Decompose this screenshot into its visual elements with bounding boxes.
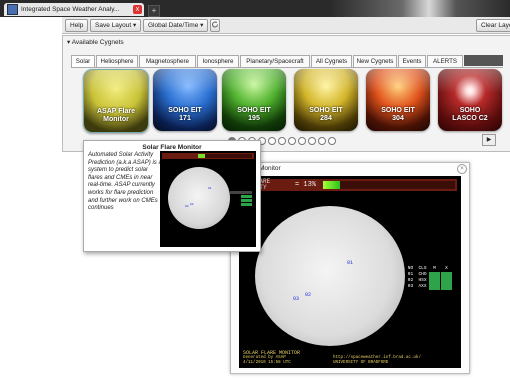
page-dot[interactable] — [308, 137, 316, 145]
footer-url: http://spaceweather.inf.brad.ac.uk/ — [333, 356, 421, 360]
browser-tab-bar: Integrated Space Weather Analy... x + — [0, 0, 510, 17]
help-button[interactable]: Help — [65, 19, 89, 32]
region-marker: 02 — [190, 203, 194, 206]
app-favicon-icon — [7, 4, 18, 15]
browser-tab-title: Integrated Space Weather Analy... — [21, 6, 120, 13]
page-dot[interactable] — [278, 137, 286, 145]
tab-heliosphere[interactable]: Heliosphere — [96, 55, 138, 67]
probability-bar-fill — [323, 181, 340, 189]
flare-monitor-image: R FLAREBILITY = 13% 01 02 03 NOCLSMX 01C… — [239, 176, 461, 368]
cygnet-label: SOHO LASCO C2 — [452, 107, 488, 122]
tab-events[interactable]: Events — [398, 55, 426, 67]
cygnet-soho-lasco-c2[interactable]: SOHO LASCO C2 — [438, 69, 502, 131]
tab-planetary-spacecraft[interactable]: Planetary/Spacecraft — [240, 55, 310, 67]
refresh-button[interactable] — [210, 19, 220, 32]
table-row: 03 AXX — [405, 284, 453, 290]
close-tab-icon[interactable]: x — [133, 5, 142, 14]
region-marker: 03 — [185, 205, 189, 208]
tooltip-title: Solar Flare Monitor — [142, 144, 202, 151]
preview-banner — [162, 153, 254, 159]
page-dot[interactable] — [328, 137, 336, 145]
browser-tab[interactable]: Integrated Space Weather Analy... x — [4, 3, 144, 16]
tab-strip-filler — [464, 55, 503, 66]
cygnet-soho-eit-284[interactable]: SOHO EIT 284 — [294, 69, 358, 131]
region-table: NO CLS M X 01 CHO 02 HSX 03 AXX — [405, 266, 453, 290]
preview-table — [230, 191, 252, 207]
tab-magnetosphere[interactable]: Magnetosphere — [139, 55, 196, 67]
tab-alerts[interactable]: ALERTS — [427, 55, 463, 67]
cygnet-soho-eit-195[interactable]: SOHO EIT 195 — [222, 69, 286, 131]
tab-new-cygnets[interactable]: New Cygnets — [353, 55, 397, 67]
panel-header[interactable]: ▾ Available Cygnets — [67, 38, 124, 46]
probability-bar — [323, 181, 455, 189]
probability-value: = 13% — [295, 181, 317, 189]
footer-generated: Generated by ASAP — [243, 356, 286, 360]
clear-layout-button[interactable]: Clear Layou — [476, 19, 510, 32]
cygnet-label: SOHO EIT 304 — [381, 107, 415, 122]
page-dot[interactable] — [298, 137, 306, 145]
app-toolbar: Help Save Layout ▾ Global Date/Time ▾ Cl… — [62, 17, 510, 34]
cygnet-soho-eit-171[interactable]: SOHO EIT 171 — [153, 69, 217, 131]
tab-underline — [71, 67, 503, 68]
cygnet-label: SOHO EIT 171 — [168, 107, 202, 122]
tab-ionosphere[interactable]: Ionosphere — [197, 55, 239, 67]
next-page-button[interactable]: ▶ — [482, 134, 496, 146]
cygnet-soho-eit-304[interactable]: SOHO EIT 304 — [366, 69, 430, 131]
cygnet-label: ASAP Flare Monitor — [97, 108, 135, 123]
cygnet-label: SOHO EIT 284 — [309, 107, 343, 122]
browser-theme-background — [330, 0, 510, 17]
cygnet-label: SOHO EIT 195 — [237, 107, 271, 122]
preview-sun-disk: 01 02 03 — [168, 167, 230, 229]
close-window-icon[interactable]: × — [457, 164, 467, 174]
monitor-footer: SOLAR FLARE MONITOR Generated by ASAP 4/… — [243, 350, 457, 366]
tooltip-description: Automated Solar Activity Prediction (a.k… — [88, 152, 162, 212]
cygnet-asap-flare-monitor[interactable]: ASAP Flare Monitor — [83, 69, 149, 133]
region-marker: 01 — [347, 260, 354, 266]
category-tabs: Solar Heliosphere Magnetosphere Ionosphe… — [71, 55, 503, 68]
probability-banner: R FLAREBILITY = 13% — [243, 179, 457, 191]
footer-org: UNIVERSITY OF BRADFORD — [333, 361, 389, 365]
global-datetime-button[interactable]: Global Date/Time ▾ — [143, 19, 209, 32]
tooltip-preview-image: 01 02 03 — [160, 151, 256, 247]
new-tab-button[interactable]: + — [148, 5, 160, 17]
page-dot[interactable] — [288, 137, 296, 145]
refresh-icon — [212, 21, 218, 28]
sun-disk: 01 02 03 — [255, 206, 405, 346]
window-title: Monitor — [259, 165, 281, 172]
save-layout-button[interactable]: Save Layout ▾ — [90, 19, 142, 32]
footer-datetime: 4/11/2010 15:58 UTC — [243, 361, 291, 365]
page-dot[interactable] — [318, 137, 326, 145]
solar-flare-monitor-window: Monitor × R FLAREBILITY = 13% 01 02 03 N… — [230, 162, 470, 374]
page-dot[interactable] — [268, 137, 276, 145]
region-marker: 02 — [305, 292, 312, 298]
region-marker: 01 — [208, 187, 212, 190]
region-marker: 03 — [293, 296, 300, 302]
cygnet-tooltip: Solar Flare Monitor Automated Solar Acti… — [83, 140, 261, 252]
tab-all-cygnets[interactable]: All Cygnets — [311, 55, 352, 67]
